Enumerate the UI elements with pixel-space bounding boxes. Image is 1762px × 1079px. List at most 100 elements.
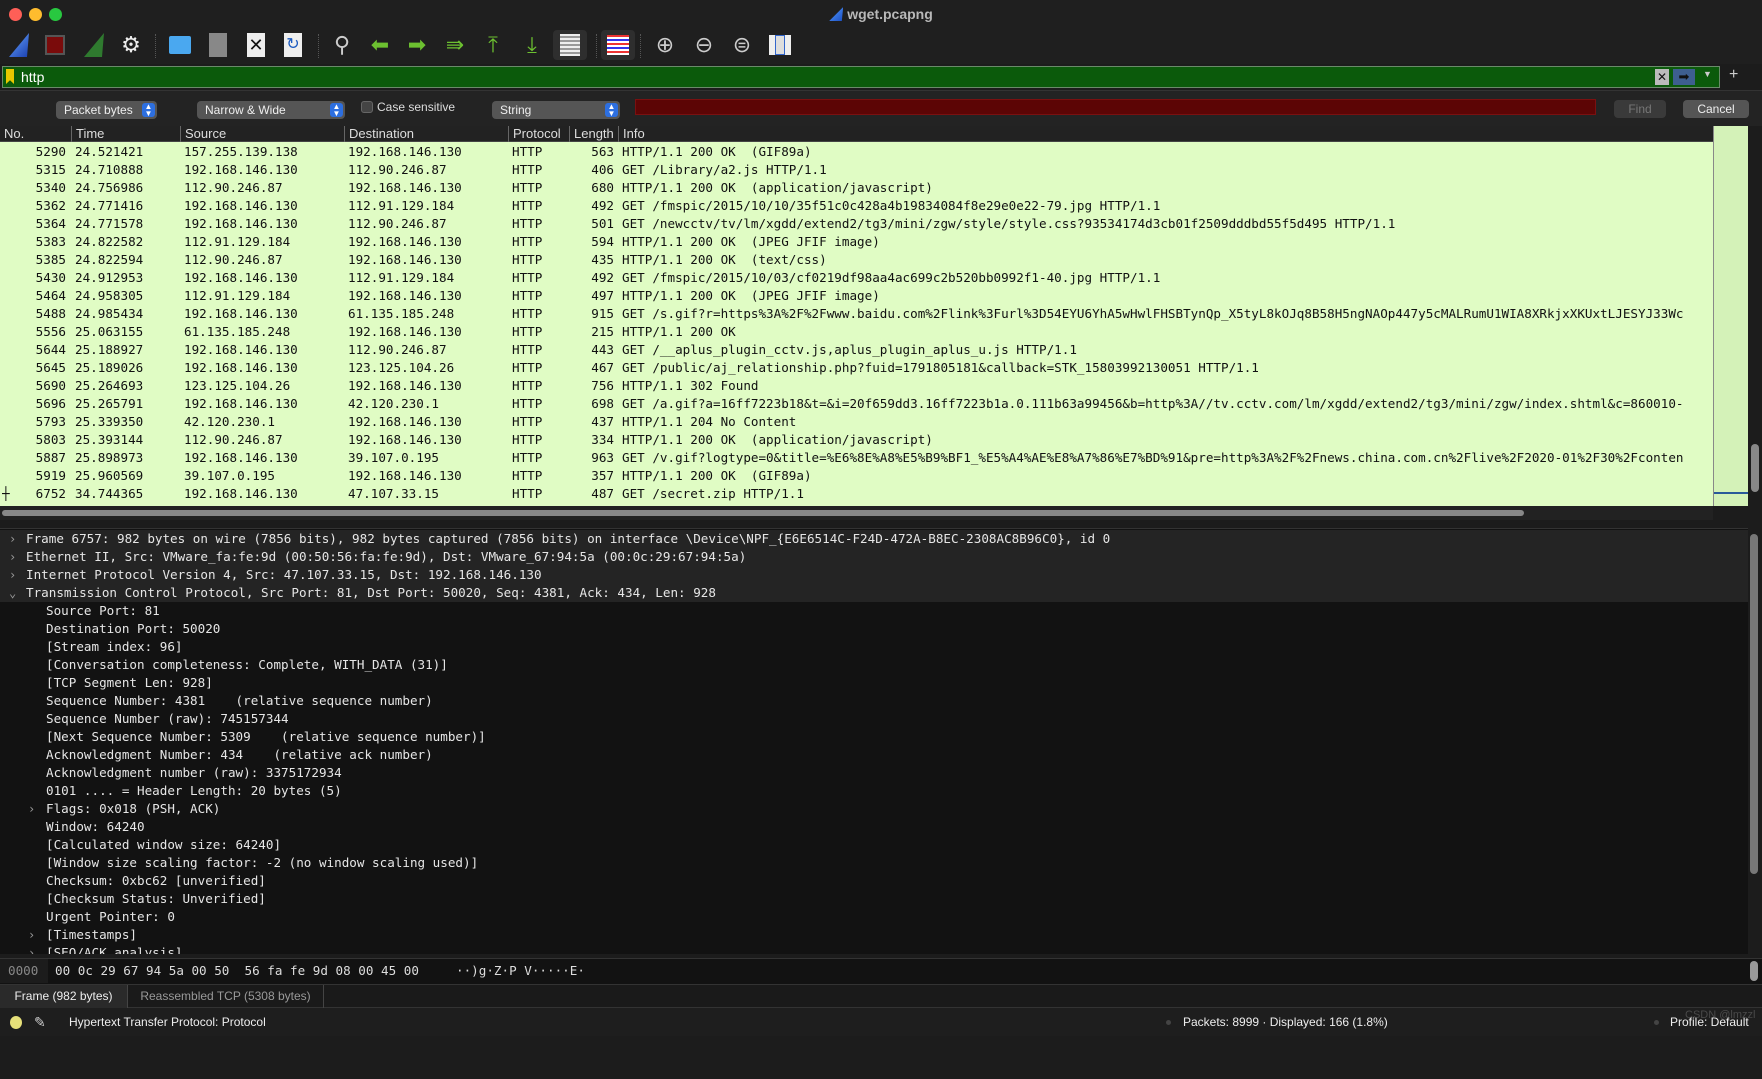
packet-minimap[interactable]: [1713, 126, 1749, 506]
detail-tree-item[interactable]: ⌄ Transmission Control Protocol, Src Port…: [0, 584, 1748, 602]
chevron-right-icon[interactable]: ›: [9, 566, 16, 584]
packet-row[interactable]: 5919 25.960569 39.107.0.195 192.168.146.130…: [0, 467, 1713, 485]
packet-row[interactable]: 5315 24.710888 192.168.146.130 112.90.246.8…: [0, 161, 1713, 179]
tab-reassembled-tcp[interactable]: Reassembled TCP (5308 bytes): [128, 985, 324, 1008]
open-file-icon[interactable]: [165, 30, 195, 60]
cancel-button[interactable]: Cancel: [1683, 100, 1749, 118]
chevron-right-icon[interactable]: ›: [28, 800, 35, 818]
column-header-length[interactable]: Length: [569, 126, 618, 142]
column-header-time[interactable]: Time: [71, 126, 104, 142]
column-header-source[interactable]: Source: [180, 126, 226, 142]
expert-info-indicator-icon[interactable]: [10, 1016, 22, 1029]
add-filter-button-icon[interactable]: +: [1729, 66, 1738, 84]
details-scrollbar-thumb[interactable]: [1750, 534, 1758, 874]
chevron-right-icon[interactable]: ›: [28, 944, 35, 954]
search-type-select[interactable]: String ▲ ▼: [492, 101, 620, 119]
packet-row[interactable]: 5793 25.339350 42.120.230.1 192.168.146.130…: [0, 413, 1713, 431]
case-sensitive-checkbox[interactable]: [361, 101, 373, 113]
save-file-icon[interactable]: [203, 30, 233, 60]
detail-tree-item[interactable]: [Window size scaling factor: -2 (no wind…: [0, 854, 1748, 872]
restart-capture-icon[interactable]: [79, 30, 109, 60]
detail-tree-item[interactable]: Sequence Number: 4381 (relative sequence…: [0, 692, 1748, 710]
packet-row[interactable]: 5887 25.898973 192.168.146.130 39.107.0.195…: [0, 449, 1713, 467]
autoscroll-icon[interactable]: [553, 30, 587, 60]
reload-file-icon[interactable]: ↻: [278, 30, 308, 60]
go-forward-icon[interactable]: ➡: [402, 30, 432, 60]
packet-row[interactable]: 5464 24.958305 112.91.129.184 192.168.146.1…: [0, 287, 1713, 305]
tab-frame[interactable]: Frame (982 bytes): [0, 985, 128, 1008]
hex-bytes[interactable]: 00 0c 29 67 94 5a 00 50 56 fa fe 9d 08 0…: [55, 959, 419, 983]
packet-row[interactable]: 5488 24.985434 192.168.146.130 61.135.185.2…: [0, 305, 1713, 323]
column-header-info[interactable]: Info: [618, 126, 645, 142]
bytes-scrollbar-thumb[interactable]: [1750, 961, 1758, 981]
zoom-in-icon[interactable]: ⊕: [650, 30, 680, 60]
shark-fin-start-icon[interactable]: [4, 30, 34, 60]
bookmark-icon[interactable]: [6, 69, 14, 84]
detail-tree-item[interactable]: › Ethernet II, Src: VMware_fa:fe:9d (00:5…: [0, 548, 1748, 566]
scrollbar-thumb[interactable]: [1751, 444, 1759, 492]
detail-tree-item[interactable]: Checksum: 0xbc62 [unverified]: [0, 872, 1748, 890]
go-to-packet-icon[interactable]: ⇛: [440, 30, 470, 60]
detail-tree-item[interactable]: Destination Port: 50020: [0, 620, 1748, 638]
stop-capture-icon[interactable]: [40, 30, 70, 60]
detail-tree-item[interactable]: [Next Sequence Number: 5309 (relative se…: [0, 728, 1748, 746]
chevron-down-icon[interactable]: ⌄: [9, 584, 16, 602]
display-filter-input[interactable]: [21, 67, 1641, 87]
packet-row[interactable]: 5430 24.912953 192.168.146.130 112.91.129.1…: [0, 269, 1713, 287]
detail-tree-item[interactable]: [TCP Segment Len: 928]: [0, 674, 1748, 692]
column-header-protocol[interactable]: Protocol: [508, 126, 561, 142]
capture-options-icon[interactable]: ⚙: [116, 30, 146, 60]
packet-row[interactable]: 5383 24.822582 112.91.129.184 192.168.146.1…: [0, 233, 1713, 251]
last-packet-icon[interactable]: ⤓: [517, 30, 547, 60]
packet-row[interactable]: 5644 25.188927 192.168.146.130 112.90.246.8…: [0, 341, 1713, 359]
detail-tree-item[interactable]: [Conversation completeness: Complete, WI…: [0, 656, 1748, 674]
chevron-right-icon[interactable]: ›: [9, 548, 16, 566]
zoom-out-icon[interactable]: ⊖: [689, 30, 719, 60]
packet-row[interactable]: 5362 24.771416 192.168.146.130 112.91.129.1…: [0, 197, 1713, 215]
apply-filter-icon[interactable]: ➡: [1673, 69, 1695, 85]
resize-columns-icon[interactable]: [765, 30, 795, 60]
detail-tree-item[interactable]: Acknowledgment number (raw): 3375172934: [0, 764, 1748, 782]
detail-tree-item[interactable]: › Frame 6757: 982 bytes on wire (7856 bit…: [0, 530, 1748, 548]
detail-tree-item[interactable]: Urgent Pointer: 0: [0, 908, 1748, 926]
packet-row[interactable]: 5690 25.264693 123.125.104.26 192.168.146.1…: [0, 377, 1713, 395]
detail-tree-item[interactable]: Acknowledgment Number: 434 (relative ack…: [0, 746, 1748, 764]
packet-row[interactable]: 5556 25.063155 61.135.185.248 192.168.146.1…: [0, 323, 1713, 341]
detail-tree-item[interactable]: › Internet Protocol Version 4, Src: 47.10…: [0, 566, 1748, 584]
packet-row[interactable]: 5645 25.189026 192.168.146.130 123.125.104.…: [0, 359, 1713, 377]
normal-size-icon[interactable]: ⊜: [727, 30, 757, 60]
packet-list-vertical-scrollbar[interactable]: [1748, 126, 1762, 506]
first-packet-icon[interactable]: ⤒: [478, 30, 508, 60]
detail-tree-item[interactable]: Source Port: 81: [0, 602, 1748, 620]
go-back-icon[interactable]: ⬅: [365, 30, 395, 60]
detail-tree-item[interactable]: Sequence Number (raw): 745157344: [0, 710, 1748, 728]
detail-tree-item[interactable]: › [Timestamps]: [0, 926, 1748, 944]
packet-row[interactable]: 5340 24.756986 112.90.246.87 192.168.146.13…: [0, 179, 1713, 197]
packet-row[interactable]: 6752 34.744365 192.168.146.130 47.107.33.15…: [0, 485, 1713, 503]
column-header-no[interactable]: No.: [0, 126, 24, 142]
detail-tree-item[interactable]: [Stream index: 96]: [0, 638, 1748, 656]
packet-row[interactable]: 5385 24.822594 112.90.246.87 192.168.146.13…: [0, 251, 1713, 269]
detail-tree-item[interactable]: [Checksum Status: Unverified]: [0, 890, 1748, 908]
packet-row[interactable]: 5803 25.393144 112.90.246.87 192.168.146.13…: [0, 431, 1713, 449]
search-in-select[interactable]: Packet bytes ▲ ▼: [56, 101, 157, 119]
search-string-input[interactable]: [635, 99, 1596, 115]
detail-tree-item[interactable]: [Calculated window size: 64240]: [0, 836, 1748, 854]
packet-row[interactable]: 5364 24.771578 192.168.146.130 112.90.246.8…: [0, 215, 1713, 233]
packet-row[interactable]: 5290 24.521421 157.255.139.138 192.168.146.…: [0, 143, 1713, 161]
find-button[interactable]: Find: [1614, 100, 1666, 118]
chevron-right-icon[interactable]: ›: [28, 926, 35, 944]
packet-list-horizontal-scrollbar[interactable]: [0, 506, 1713, 520]
char-width-select[interactable]: Narrow & Wide ▲ ▼: [197, 101, 345, 119]
detail-tree-item[interactable]: › Flags: 0x018 (PSH, ACK): [0, 800, 1748, 818]
ascii-bytes[interactable]: ··)g·Z·P V·····E·: [456, 959, 585, 983]
column-header-destination[interactable]: Destination: [344, 126, 414, 142]
close-file-icon[interactable]: ✕: [241, 30, 271, 60]
colorize-icon[interactable]: [601, 30, 635, 60]
clear-filter-icon[interactable]: ✕: [1655, 69, 1669, 85]
detail-tree-item[interactable]: 0101 .... = Header Length: 20 bytes (5): [0, 782, 1748, 800]
detail-tree-item[interactable]: Window: 64240: [0, 818, 1748, 836]
detail-tree-item[interactable]: › [SEQ/ACK analysis]: [0, 944, 1748, 954]
find-packet-icon[interactable]: ⚲: [327, 30, 357, 60]
capture-comment-icon[interactable]: ✎: [34, 1008, 46, 1036]
